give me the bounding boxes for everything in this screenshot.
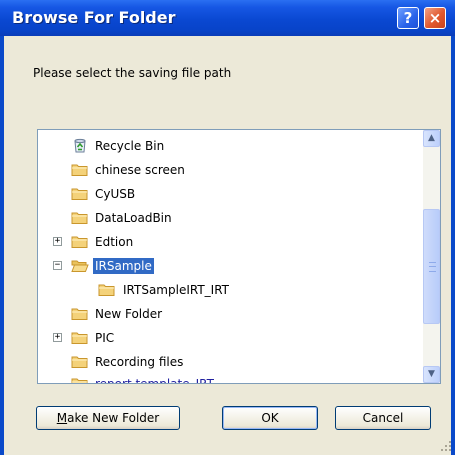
- tree-item-label: New Folder: [95, 307, 163, 321]
- tree-item-label: Recycle Bin: [95, 139, 165, 153]
- cancel-button[interactable]: Cancel: [335, 406, 431, 430]
- help-icon: ?: [403, 9, 413, 27]
- expand-icon[interactable]: +: [53, 237, 62, 246]
- tree-item-label: CyUSB: [95, 187, 136, 201]
- scrollbar-grip-icon: [429, 262, 436, 272]
- tree-item-recycle-bin[interactable]: Recycle Bin: [38, 136, 418, 158]
- tree-item-label: report template_IRT: [95, 377, 214, 384]
- scroll-down-button[interactable]: ▼: [423, 366, 440, 383]
- title-bar[interactable]: Browse For Folder ? ×: [0, 0, 455, 36]
- ok-button[interactable]: OK: [222, 406, 318, 430]
- tree-item-label: IRTSampleIRT_IRT: [123, 283, 229, 297]
- recycle-bin-icon: [74, 138, 86, 153]
- tree-item-irsample[interactable]: − IRSample: [38, 256, 418, 278]
- folder-tree[interactable]: Recycle Bin chinese screen CyUSB DataLoa…: [37, 129, 441, 384]
- tree-item-label: PIC: [95, 331, 115, 345]
- tree-item-label: chinese screen: [95, 163, 185, 177]
- scroll-up-button[interactable]: ▲: [423, 130, 440, 147]
- folder-icon: [71, 332, 88, 344]
- chevron-up-icon: ▲: [428, 133, 435, 143]
- close-button[interactable]: ×: [424, 7, 446, 29]
- folder-icon: [71, 164, 88, 176]
- chevron-down-icon: ▼: [428, 369, 435, 379]
- tree-item-label: Edtion: [95, 235, 134, 249]
- folder-icon: [71, 356, 88, 368]
- tree-item-recording-files[interactable]: Recording files: [38, 352, 418, 374]
- make-new-folder-button[interactable]: Make New Folder: [36, 406, 180, 430]
- close-icon: ×: [428, 9, 442, 27]
- help-button[interactable]: ?: [397, 7, 419, 29]
- prompt-text: Please select the saving file path: [33, 66, 232, 80]
- tree-item-label: Recording files: [95, 355, 184, 369]
- folder-icon: [71, 378, 88, 383]
- folder-icon: [71, 308, 88, 320]
- tree-item-label: IRSample: [92, 257, 155, 275]
- tree-item-label: DataLoadBin: [95, 211, 172, 225]
- folder-icon: [71, 236, 88, 248]
- resize-grip-icon[interactable]: [440, 440, 452, 452]
- folder-icon: [98, 284, 115, 296]
- tree-item-edtion[interactable]: + Edtion: [38, 232, 418, 254]
- scrollbar-thumb[interactable]: [423, 209, 440, 324]
- tree-item-new-folder[interactable]: New Folder: [38, 304, 418, 326]
- window-title: Browse For Folder: [12, 8, 176, 27]
- tree-item-irtsampleirt-irt[interactable]: IRTSampleIRT_IRT: [38, 280, 418, 302]
- tree-item-chinese-screen[interactable]: chinese screen: [38, 160, 418, 182]
- browse-for-folder-dialog: Browse For Folder ? × Please select the …: [0, 0, 455, 455]
- folder-icon: [71, 188, 88, 200]
- tree-item-pic[interactable]: + PIC: [38, 328, 418, 350]
- tree-item-report-template-irt[interactable]: report template_IRT: [38, 374, 418, 384]
- collapse-icon[interactable]: −: [53, 261, 62, 270]
- tree-item-cyusb[interactable]: CyUSB: [38, 184, 418, 206]
- folder-icon: [71, 212, 88, 224]
- open-folder-icon: [71, 260, 89, 272]
- tree-item-dataloadbin[interactable]: DataLoadBin: [38, 208, 418, 230]
- vertical-scrollbar[interactable]: ▲ ▼: [423, 130, 440, 383]
- expand-icon[interactable]: +: [53, 333, 62, 342]
